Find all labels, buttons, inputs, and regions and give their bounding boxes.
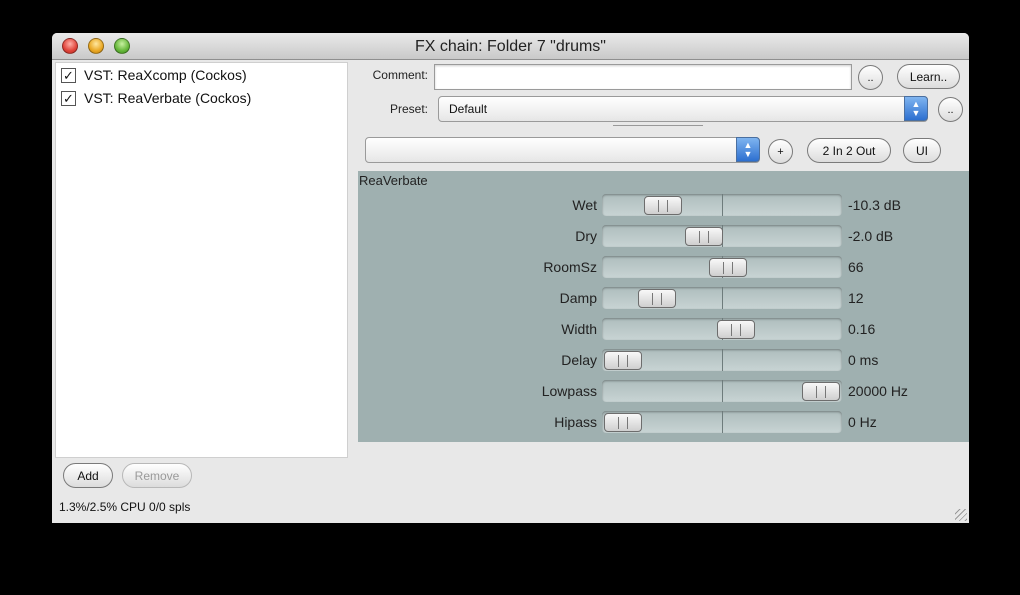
param-label: Hipass — [554, 414, 597, 430]
fx-list-item-reaxcomp[interactable]: ✓ VST: ReaXcomp (Cockos) — [61, 65, 247, 85]
param-row-wet: Wet -10.3 dB — [358, 193, 969, 217]
param-row-width: Width 0.16 — [358, 317, 969, 341]
fx-item-label: VST: ReaXcomp (Cockos) — [84, 67, 247, 83]
param-row-delay: Delay 0 ms — [358, 348, 969, 372]
plugin-name: ReaVerbate — [359, 173, 428, 188]
title-bar[interactable]: FX chain: Folder 7 "drums" — [52, 33, 969, 60]
param-value: 12 — [848, 290, 864, 306]
roomsz-slider[interactable] — [602, 256, 842, 278]
lowpass-slider[interactable] — [602, 380, 842, 402]
select-arrows-icon: ▲ ▼ — [904, 96, 928, 121]
slider-thumb[interactable] — [716, 320, 755, 339]
slider-thumb[interactable] — [708, 258, 747, 277]
param-value: 66 — [848, 259, 864, 275]
slider-thumb[interactable] — [604, 351, 642, 370]
comment-field[interactable] — [434, 64, 852, 90]
select-arrows-icon: ▲ ▼ — [736, 137, 760, 162]
slider-thumb[interactable] — [637, 289, 676, 308]
preset-select[interactable]: Default ▲ ▼ — [438, 96, 928, 122]
fx-chain-window: FX chain: Folder 7 "drums" ✓ VST: ReaXco… — [52, 33, 969, 523]
param-row-roomsz: RoomSz 66 — [358, 255, 969, 279]
param-value: 0 Hz — [848, 414, 877, 430]
preset-value: Default — [449, 102, 488, 116]
preset-label: Preset: — [389, 102, 428, 116]
param-value: -2.0 dB — [848, 228, 894, 244]
hipass-slider[interactable] — [602, 411, 842, 433]
param-label: Width — [561, 321, 597, 337]
fx-list[interactable]: ✓ VST: ReaXcomp (Cockos) ✓ VST: ReaVerba… — [55, 62, 348, 458]
fx-item-label: VST: ReaVerbate (Cockos) — [84, 90, 252, 106]
io-routing-button[interactable]: 2 In 2 Out — [807, 138, 891, 163]
remove-button[interactable]: Remove — [122, 463, 192, 488]
width-slider[interactable] — [602, 318, 842, 340]
fx-enabled-checkbox[interactable]: ✓ — [61, 67, 76, 83]
param-row-hipass: Hipass 0 Hz — [358, 410, 969, 434]
param-value: 0.16 — [848, 321, 876, 337]
damp-slider[interactable] — [602, 287, 842, 309]
window-title: FX chain: Folder 7 "drums" — [415, 38, 606, 55]
param-row-lowpass: Lowpass 20000 Hz — [358, 379, 969, 403]
plugin-panel: ReaVerbate Wet -10.3 dB Dry -2.0 dB Room… — [358, 171, 969, 442]
param-label: Delay — [561, 352, 597, 368]
comment-label: Comment: — [372, 68, 428, 82]
param-row-damp: Damp 12 — [358, 286, 969, 310]
preset-more-button[interactable]: .. — [938, 97, 963, 122]
cpu-status: 1.3%/2.5% CPU 0/0 spls — [59, 500, 191, 514]
dry-slider[interactable] — [602, 225, 842, 247]
add-button[interactable]: Add — [63, 463, 113, 488]
comment-more-button[interactable]: .. — [858, 65, 883, 90]
fx-enabled-checkbox[interactable]: ✓ — [61, 90, 76, 106]
ui-button[interactable]: UI — [903, 138, 941, 163]
slider-thumb[interactable] — [643, 196, 682, 215]
slider-thumb[interactable] — [685, 227, 724, 246]
delay-slider[interactable] — [602, 349, 842, 371]
slider-thumb[interactable] — [604, 413, 642, 432]
param-row-dry: Dry -2.0 dB — [358, 224, 969, 248]
param-value: 0 ms — [848, 352, 879, 368]
resize-grip-icon[interactable] — [955, 509, 967, 521]
slider-thumb[interactable] — [802, 382, 840, 401]
learn-button[interactable]: Learn.. — [897, 64, 960, 89]
panel-splitter[interactable] — [613, 125, 703, 133]
fx-list-item-reaverbate[interactable]: ✓ VST: ReaVerbate (Cockos) — [61, 88, 251, 108]
param-label: Lowpass — [541, 383, 597, 399]
param-value: -10.3 dB — [848, 197, 901, 213]
wet-slider[interactable] — [602, 194, 842, 216]
parameter-select[interactable]: ▲ ▼ — [365, 137, 760, 163]
param-label: RoomSz — [543, 259, 597, 275]
param-label: Damp — [559, 290, 597, 306]
param-label: Dry — [575, 228, 597, 244]
param-label: Wet — [572, 197, 597, 213]
param-value: 20000 Hz — [848, 383, 908, 399]
plus-button[interactable]: + — [768, 139, 793, 164]
